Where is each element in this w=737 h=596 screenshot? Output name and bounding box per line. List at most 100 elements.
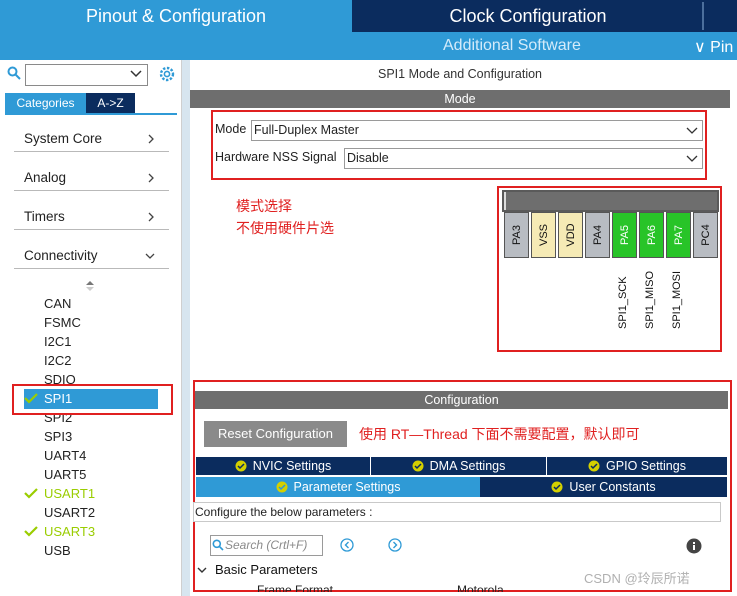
tab-label: GPIO Settings <box>606 459 686 473</box>
tab-pinout-menu[interactable]: ∨ Pin <box>694 37 733 57</box>
category-system-core[interactable]: System Core <box>14 126 169 152</box>
pin-label: PC4 <box>699 224 712 246</box>
list-item-label: UART4 <box>44 448 87 463</box>
previous-match-icon[interactable] <box>340 538 354 552</box>
parameter-search-input[interactable]: Search (Crtl+F) <box>210 535 323 556</box>
list-item[interactable]: USB <box>44 541 71 560</box>
pin-label: PA6 <box>645 225 658 245</box>
list-item-label: FSMC <box>44 315 81 330</box>
pin-label: PA3 <box>510 225 523 245</box>
check-circle-icon <box>235 460 247 472</box>
pin-signal-label: SPI1_MOSI <box>671 270 683 329</box>
list-item[interactable]: SPI3 <box>44 427 72 446</box>
pin-vss[interactable]: VSS <box>531 212 556 258</box>
pin-label: PA4 <box>591 225 604 245</box>
tab-user-constants[interactable]: User Constants <box>480 477 727 497</box>
list-item[interactable]: USART3 <box>24 522 96 541</box>
pin-pa6[interactable]: PA6 <box>639 212 664 258</box>
search-placeholder: Search (Crtl+F) <box>225 538 308 552</box>
search-icon[interactable] <box>7 66 21 80</box>
sub-tab-bar <box>0 32 737 60</box>
next-match-icon[interactable] <box>388 538 402 552</box>
watermark: CSDN @玲辰所诺 <box>584 571 690 586</box>
tab-additional-software[interactable]: Additional Software <box>443 37 581 55</box>
tab-dma-settings[interactable]: DMA Settings <box>371 457 547 475</box>
check-circle-icon <box>412 460 424 472</box>
category-analog[interactable]: Analog <box>14 165 169 191</box>
parameter-value[interactable]: Motorola <box>457 583 504 592</box>
list-item[interactable]: UART5 <box>44 465 86 484</box>
info-icon[interactable] <box>686 538 702 554</box>
chip-edge <box>504 192 717 210</box>
pin-pa4[interactable]: PA4 <box>585 212 610 258</box>
category-label: Timers <box>24 209 65 224</box>
chevron-down-icon <box>145 253 155 259</box>
list-item[interactable]: UART4 <box>44 446 86 465</box>
list-item-label: USB <box>44 543 71 558</box>
list-item[interactable]: I2C1 <box>44 332 71 351</box>
list-item-label: CAN <box>44 296 72 311</box>
category-connectivity[interactable]: Connectivity <box>14 243 169 269</box>
pin-pa7[interactable]: PA7 <box>666 212 691 258</box>
chevron-down-icon[interactable] <box>197 566 207 574</box>
pin-vdd[interactable]: VDD <box>558 212 583 258</box>
list-item[interactable]: FSMC <box>44 313 81 332</box>
pin-label: VDD <box>564 223 577 247</box>
list-item-label: I2C2 <box>44 353 72 368</box>
tab-gpio-settings[interactable]: GPIO Settings <box>547 457 727 475</box>
tab-a-to-z[interactable]: A->Z <box>86 93 135 113</box>
pin-pa3[interactable]: PA3 <box>504 212 529 258</box>
page-title: SPI1 Mode and Configuration <box>378 67 542 81</box>
basic-parameters-group[interactable]: Basic Parameters <box>215 562 318 577</box>
parameter-name: Frame Format <box>257 583 334 592</box>
annotation-box-mode <box>211 110 707 180</box>
chevron-right-icon <box>148 134 154 144</box>
tab-label: NVIC Settings <box>252 459 332 473</box>
tab-label: Parameter Settings <box>293 480 401 494</box>
tab-label: User Constants <box>569 480 656 494</box>
configuration-section-header: Configuration <box>195 391 728 409</box>
category-label: Connectivity <box>24 248 98 263</box>
tab-parameter-settings[interactable]: Parameter Settings <box>196 477 480 497</box>
tab-clock-configuration[interactable]: Clock Configuration <box>354 0 702 32</box>
reset-configuration-button[interactable]: Reset Configuration <box>204 421 347 447</box>
pin-signal-label: SPI1_MISO <box>644 270 656 329</box>
list-item[interactable]: I2C2 <box>44 351 71 370</box>
mode-section-header: Mode <box>190 90 730 108</box>
sort-icon[interactable] <box>85 280 95 292</box>
configure-parameters-text: Configure the below parameters : <box>193 502 721 522</box>
panel-splitter[interactable] <box>182 60 190 596</box>
list-item-label: USART1 <box>44 486 96 501</box>
tab-separator <box>702 2 704 30</box>
pin-pa5[interactable]: PA5 <box>612 212 637 258</box>
chevron-right-icon <box>148 212 154 222</box>
list-item-label: USART3 <box>44 524 96 539</box>
list-item[interactable]: USART2 <box>44 503 95 522</box>
chevron-right-icon <box>148 173 154 183</box>
search-icon <box>212 539 224 551</box>
annotation-box-spi1 <box>12 384 173 415</box>
pin-label: VSS <box>537 223 550 247</box>
check-circle-icon <box>276 481 287 493</box>
check-circle-icon <box>551 481 563 493</box>
chevron-down-icon[interactable] <box>130 69 142 79</box>
category-label: Analog <box>24 170 67 185</box>
pin-signal-label: SPI1_SCK <box>617 276 629 329</box>
tab-pinout-configuration[interactable]: Pinout & Configuration <box>0 0 352 32</box>
category-label: System Core <box>24 131 103 146</box>
list-item[interactable]: CAN <box>44 294 71 313</box>
annotation-mode-select: 模式选择 <box>236 198 292 214</box>
pin-pc4[interactable]: PC4 <box>693 212 718 258</box>
check-icon <box>24 488 38 499</box>
list-item-label: I2C1 <box>44 334 72 349</box>
list-item-label: SPI3 <box>44 429 73 444</box>
tab-nvic-settings[interactable]: NVIC Settings <box>196 457 371 475</box>
list-item[interactable]: USART1 <box>24 484 96 503</box>
check-circle-icon <box>588 460 600 472</box>
tab-categories[interactable]: Categories <box>5 93 86 113</box>
pin-label: PA7 <box>672 225 685 245</box>
list-item-label: USART2 <box>44 505 96 520</box>
category-timers[interactable]: Timers <box>14 204 169 230</box>
gear-icon[interactable] <box>158 65 176 83</box>
pin-label: PA5 <box>618 225 631 245</box>
